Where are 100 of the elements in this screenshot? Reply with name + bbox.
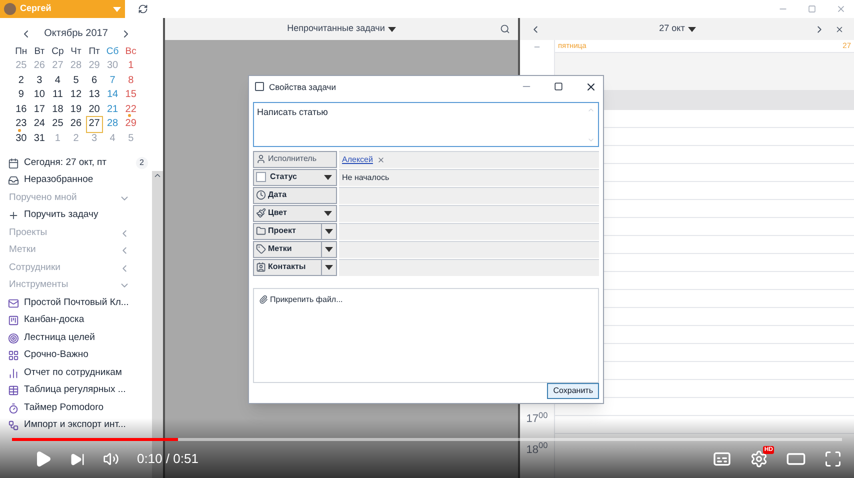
inbox-icon xyxy=(8,175,19,186)
table-icon xyxy=(8,385,19,396)
calendar-day[interactable]: 5 xyxy=(71,74,81,88)
time-display: 0:10 / 0:51 xyxy=(137,450,198,468)
paperclip-icon xyxy=(259,295,268,304)
calendar-day[interactable]: 12 xyxy=(68,88,84,103)
field-value[interactable] xyxy=(339,240,599,258)
list-title[interactable]: Непрочитанные задачи xyxy=(287,22,385,36)
calendar-day[interactable]: 14 xyxy=(105,88,120,103)
remove-icon[interactable] xyxy=(376,156,385,164)
timer-icon xyxy=(8,402,19,414)
field-button[interactable]: Исполнитель xyxy=(253,150,337,168)
calendar-day[interactable]: 11 xyxy=(50,88,65,103)
calendar-day[interactable]: 27 xyxy=(86,117,102,132)
field-button[interactable]: Статус xyxy=(253,168,337,186)
field-icon xyxy=(256,226,266,236)
nav-item[interactable]: Неразобранное xyxy=(24,173,94,188)
nav-item[interactable]: Канбан-доска xyxy=(24,313,84,328)
fullscreen-icon[interactable] xyxy=(824,450,842,468)
calendar-day[interactable]: 25 xyxy=(50,117,66,132)
count-badge: 2 xyxy=(136,157,148,169)
caret-icon xyxy=(325,228,333,234)
field-button[interactable]: Цвет xyxy=(253,204,337,222)
field-value[interactable]: Алексей xyxy=(339,150,599,168)
calendar-day[interactable]: 19 xyxy=(68,102,84,118)
calendar-day[interactable]: 10 xyxy=(32,88,47,103)
next-icon[interactable] xyxy=(70,452,85,466)
field-value[interactable] xyxy=(339,258,599,276)
volume-icon[interactable] xyxy=(103,451,119,467)
calendar-day[interactable]: 30 xyxy=(14,132,29,146)
field-value[interactable] xyxy=(339,186,599,204)
hour-label: 17$^{00}$ xyxy=(526,411,548,427)
nav-item[interactable]: Срочно-Важно xyxy=(24,348,88,363)
field-icon xyxy=(256,262,266,272)
status-checkbox[interactable] xyxy=(256,172,266,182)
calendar-day[interactable]: 9 xyxy=(16,88,26,103)
calendar-day[interactable]: 1 xyxy=(126,59,136,74)
mail-icon xyxy=(8,298,19,308)
nav-item[interactable]: Таблица регулярных ... xyxy=(24,383,126,398)
save-button[interactable]: Сохранить xyxy=(547,383,599,399)
calendar-day[interactable]: 13 xyxy=(86,88,102,103)
play-icon[interactable] xyxy=(34,450,52,468)
field-icon xyxy=(256,208,266,218)
weekday-label: Пн xyxy=(14,45,28,59)
weekday-label: Вс xyxy=(124,45,138,59)
weekday-label: Пт xyxy=(88,45,101,59)
progress-track[interactable] xyxy=(12,438,842,441)
field-value[interactable] xyxy=(339,222,599,240)
sync-icon[interactable] xyxy=(138,4,148,14)
field-button[interactable]: Проект xyxy=(253,222,337,240)
calendar-day[interactable]: 28 xyxy=(105,117,120,132)
hour-label: 18$^{00}$ xyxy=(526,442,548,458)
nav-item[interactable]: Поручить задачу xyxy=(24,208,98,223)
calendar-day[interactable]: 3 xyxy=(34,74,44,88)
calendar-day[interactable]: 22 xyxy=(123,102,138,118)
field-button[interactable]: Контакты xyxy=(253,258,337,276)
month-title: Октябрь 2017 xyxy=(44,27,108,41)
field-button[interactable]: Метки xyxy=(253,240,337,258)
settings-icon[interactable] xyxy=(750,450,768,468)
calendar-day[interactable]: 15 xyxy=(123,88,138,103)
calendar-day[interactable]: 31 xyxy=(32,132,47,146)
day-title[interactable]: 27 окт xyxy=(659,22,685,36)
field-button[interactable]: Дата xyxy=(253,186,337,204)
field-value[interactable] xyxy=(339,204,599,222)
field-icon xyxy=(256,154,266,164)
target-icon xyxy=(8,332,19,344)
avatar xyxy=(4,3,16,15)
calendar-day[interactable]: 23 xyxy=(14,117,29,132)
close-icon[interactable] xyxy=(835,24,844,34)
weekday-label: Чт xyxy=(70,45,82,59)
nav-item[interactable]: Сегодня: 27 окт, пт xyxy=(24,156,107,170)
calendar-day[interactable]: 17 xyxy=(32,102,47,118)
calendar-day[interactable]: 8 xyxy=(126,74,136,88)
nav-item[interactable]: Таймер Pomodoro xyxy=(24,400,104,416)
calendar-day[interactable]: 16 xyxy=(14,102,29,118)
assignee-link[interactable]: Алексей xyxy=(342,154,373,166)
dialog-title: Свойства задачи xyxy=(269,80,336,94)
calendar-day[interactable]: 7 xyxy=(108,74,118,88)
maximize-icon[interactable] xyxy=(554,82,563,92)
scroll-up-icon[interactable] xyxy=(153,171,162,180)
nav-item[interactable]: Импорт и экспорт инт... xyxy=(24,418,126,433)
calendar-day[interactable]: 4 xyxy=(52,74,62,88)
board-icon xyxy=(8,315,19,326)
search-icon[interactable] xyxy=(500,24,510,34)
checkbox[interactable] xyxy=(255,82,264,92)
calendar-day[interactable]: 20 xyxy=(86,102,102,118)
field-value[interactable]: Не началось xyxy=(339,168,599,186)
close-icon[interactable] xyxy=(585,80,597,93)
calendar-day[interactable]: 24 xyxy=(32,117,47,132)
attach-file-link[interactable]: Прикрепить файл... xyxy=(270,294,343,306)
calendar-day[interactable]: 18 xyxy=(50,102,66,118)
nav-item[interactable]: Простой Почтовый Кл... xyxy=(24,296,129,310)
nav-item[interactable]: Отчет по сотрудникам xyxy=(24,366,122,380)
weekday-label: Сб xyxy=(105,45,120,59)
calendar-day[interactable]: 26 xyxy=(68,117,84,132)
calendar-day[interactable]: 6 xyxy=(90,74,100,88)
calendar-day[interactable]: 2 xyxy=(16,74,26,88)
nav-item[interactable]: Лестница целей xyxy=(24,330,95,346)
calendar-day[interactable]: 21 xyxy=(105,102,120,118)
calendar-day[interactable]: 29 xyxy=(123,117,138,132)
